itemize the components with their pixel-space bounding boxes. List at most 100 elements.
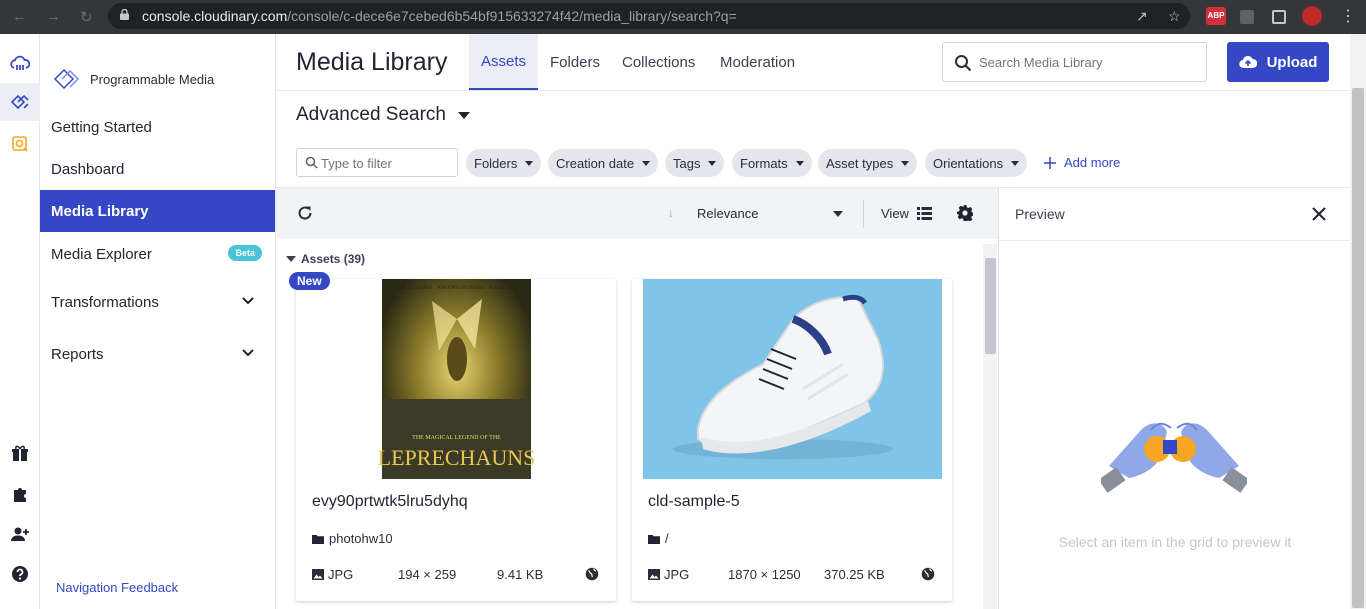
asset-format: JPG <box>312 567 353 582</box>
poster-credit: ROGER DALTREY <box>489 286 530 291</box>
chip-label: Tags <box>673 155 701 171</box>
list-view-icon <box>916 207 932 220</box>
grid-scrollbar-thumb[interactable] <box>985 258 996 354</box>
programmable-media-icon[interactable] <box>10 92 30 112</box>
add-user-icon[interactable] <box>10 524 30 544</box>
caret-down-icon <box>708 160 717 166</box>
sort-direction-icon[interactable]: ↓ <box>668 206 674 220</box>
add-more-label: Add more <box>1064 155 1121 170</box>
filter-chip-tags[interactable]: Tags <box>665 149 725 177</box>
asset-name[interactable]: cld-sample-5 <box>648 493 740 511</box>
programmable-media-logo-icon <box>54 68 80 90</box>
format-label: JPG <box>664 567 690 582</box>
nav-transformations[interactable]: Transformations <box>40 281 275 323</box>
asset-card[interactable]: RANDY QUAID WHOOPI GOLDBERG ROGER DALTRE… <box>296 279 616 601</box>
add-more-filters-button[interactable]: Add more <box>1044 155 1120 170</box>
nav-media-library[interactable]: Media Library <box>40 190 275 232</box>
tab-collections[interactable]: Collections <box>610 34 707 90</box>
asset-name[interactable]: evy90prtwtk5lru5dyhq <box>312 493 468 511</box>
forward-icon[interactable]: → <box>46 8 61 25</box>
filter-chip-creation-date[interactable]: Creation date <box>548 149 659 177</box>
media-library-search[interactable] <box>942 42 1207 82</box>
tab-folders[interactable]: Folders <box>538 34 612 90</box>
view-toggle[interactable]: View <box>881 206 932 221</box>
preview-empty-message: Select an item in the grid to preview it <box>1058 534 1292 550</box>
nav-media-explorer[interactable]: Media Explorer Beta <box>40 233 275 275</box>
upload-label: Upload <box>1266 53 1318 71</box>
tab-moderation[interactable]: Moderation <box>708 34 807 90</box>
page-scrollbar-thumb[interactable] <box>1352 88 1364 608</box>
nav-getting-started[interactable]: Getting Started <box>40 106 275 148</box>
refresh-icon[interactable] <box>297 205 313 221</box>
nav-label: Reports <box>51 345 104 363</box>
preview-divider <box>999 240 1351 241</box>
assets-count-header[interactable]: Assets (39) <box>286 252 365 266</box>
extension-icon[interactable] <box>1240 10 1254 24</box>
image-icon <box>648 569 660 580</box>
asset-card[interactable]: cld-sample-5 / JPG 1870 × 1250 370.25 KB <box>632 279 952 601</box>
assets-product-icon[interactable] <box>10 134 30 154</box>
adblock-extension-icon[interactable]: ABP <box>1206 7 1226 25</box>
page-scrollbar[interactable] <box>1350 34 1366 609</box>
reload-icon[interactable]: ↻ <box>80 8 93 26</box>
close-icon[interactable] <box>1312 207 1326 221</box>
gear-icon[interactable] <box>957 205 973 221</box>
caret-down-icon <box>795 160 804 166</box>
divider <box>863 200 864 228</box>
format-label: JPG <box>328 567 354 582</box>
sort-dropdown[interactable]: Relevance <box>697 206 758 221</box>
upload-button[interactable]: Upload <box>1227 42 1329 82</box>
filter-chip-formats[interactable]: Formats <box>732 149 812 177</box>
puzzle-icon[interactable] <box>10 484 30 504</box>
nav-reports[interactable]: Reports <box>40 333 275 375</box>
tab-label: Collections <box>622 53 696 71</box>
asset-dimensions: 194 × 259 <box>398 567 457 582</box>
asset-thumbnail[interactable] <box>643 279 942 479</box>
filter-box[interactable] <box>296 148 458 177</box>
address-bar[interactable]: console.cloudinary.com/console/c-dece6e7… <box>108 3 1190 29</box>
search-input[interactable] <box>979 55 1189 70</box>
beta-badge: Beta <box>228 245 262 261</box>
asset-size: 370.25 KB <box>824 567 885 582</box>
url-text: console.cloudinary.com/console/c-dece6e7… <box>142 8 737 24</box>
poster-credit: RANDY QUAID <box>397 286 432 291</box>
browser-menu-icon[interactable]: ⋮ <box>1340 6 1356 26</box>
back-icon[interactable]: ← <box>12 8 27 25</box>
search-icon <box>955 55 972 72</box>
bookmark-star-icon[interactable]: ☆ <box>1168 8 1181 25</box>
caret-down-icon <box>286 256 296 262</box>
filter-chip-folders[interactable]: Folders <box>466 149 542 177</box>
header-divider <box>276 90 1350 91</box>
navigation-feedback-link[interactable]: Navigation Feedback <box>56 580 178 595</box>
public-globe-icon <box>585 567 599 581</box>
tab-assets[interactable]: Assets <box>469 34 539 90</box>
preview-panel: Preview Select an item in the grid to pr… <box>998 187 1351 609</box>
asset-size: 9.41 KB <box>497 567 544 582</box>
filter-chip-asset-types[interactable]: Asset types <box>818 149 918 177</box>
sneaker-image <box>643 279 942 479</box>
gift-icon[interactable] <box>10 444 30 464</box>
chip-label: Folders <box>474 155 518 171</box>
sidepanel-icon[interactable] <box>1272 10 1286 24</box>
chip-label: Asset types <box>826 155 894 171</box>
share-icon[interactable]: ↗ <box>1136 8 1148 25</box>
product-rail <box>0 34 40 609</box>
tab-label: Assets <box>481 52 527 70</box>
filter-chip-orientations[interactable]: Orientations <box>925 149 1028 177</box>
help-icon[interactable] <box>10 564 30 584</box>
filter-input[interactable] <box>321 156 451 171</box>
tab-label: Folders <box>550 53 601 71</box>
cloudinary-logo-icon[interactable] <box>10 54 30 74</box>
sidebar: Programmable Media Getting Started Dashb… <box>40 34 276 609</box>
profile-avatar[interactable] <box>1302 6 1322 26</box>
advanced-search-toggle[interactable]: Advanced Search <box>296 104 470 126</box>
product-name: Programmable Media <box>90 71 215 87</box>
asset-thumbnail[interactable]: RANDY QUAID WHOOPI GOLDBERG ROGER DALTRE… <box>307 279 606 479</box>
folder-icon <box>312 534 324 544</box>
asset-format: JPG <box>648 567 689 582</box>
poster-subtitle: THE MAGICAL LEGEND OF THE <box>412 435 501 441</box>
plus-icon <box>1044 156 1056 169</box>
nav-dashboard[interactable]: Dashboard <box>40 148 275 190</box>
nav-label: Media Explorer <box>51 245 152 263</box>
folder-name: / <box>665 531 669 546</box>
